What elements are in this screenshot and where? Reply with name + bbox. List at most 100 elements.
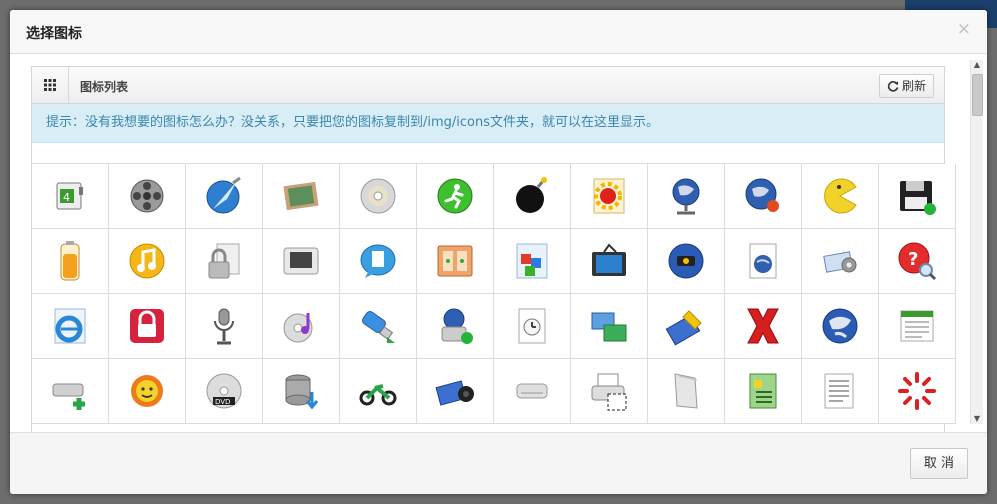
icon-cell[interactable] xyxy=(494,294,571,359)
clock-document-icon xyxy=(518,308,546,344)
icon-cell[interactable] xyxy=(186,294,263,359)
icon-cell[interactable] xyxy=(802,294,879,359)
battery-charge-icon: 4 xyxy=(56,182,83,210)
panel-header: 图标列表 刷新 xyxy=(32,67,944,104)
film-reel-icon xyxy=(130,179,164,213)
internet-explorer-icon xyxy=(54,308,86,344)
dialog-body[interactable]: 图标列表 刷新 提示：没有我想要的图标怎么办？没关系，只要把您的图标复制到/im… xyxy=(10,54,987,432)
icon-cell[interactable] xyxy=(725,229,802,294)
refresh-label: 刷新 xyxy=(901,79,926,93)
icon-cell[interactable] xyxy=(417,229,494,294)
icon-cell[interactable] xyxy=(263,359,340,424)
globe-network-icon xyxy=(672,178,700,215)
dialog-header: 选择图标 × xyxy=(10,10,987,54)
television-icon xyxy=(592,243,626,276)
microphone-icon xyxy=(214,308,234,345)
svg-text:DVD: DVD xyxy=(215,398,230,406)
dvd-disc-icon: DVD xyxy=(206,373,242,409)
icon-cell[interactable] xyxy=(648,294,725,359)
tablet-icon xyxy=(283,247,319,275)
icon-cell[interactable] xyxy=(417,164,494,229)
icon-cell[interactable]: ? xyxy=(879,229,956,294)
icon-cell[interactable] xyxy=(32,229,109,294)
icon-cell[interactable] xyxy=(571,359,648,424)
icon-cell[interactable] xyxy=(494,164,571,229)
icon-cell[interactable] xyxy=(417,359,494,424)
cubes-document-icon xyxy=(516,243,548,279)
refresh-button[interactable]: 刷新 xyxy=(878,74,934,98)
printer-icon xyxy=(591,373,627,411)
vertical-scrollbar[interactable]: ▲ ▼ xyxy=(970,60,983,424)
music-cd-icon xyxy=(283,313,313,343)
icon-cell[interactable] xyxy=(648,164,725,229)
safari-compass-icon xyxy=(206,176,241,214)
icon-cell[interactable] xyxy=(725,164,802,229)
icon-cell[interactable] xyxy=(340,294,417,359)
icon-cell[interactable] xyxy=(186,164,263,229)
motorcycle-icon xyxy=(359,384,397,406)
camera-projector-icon xyxy=(435,380,474,406)
text-document-icon xyxy=(824,373,854,409)
chalkboard-icon xyxy=(283,181,319,211)
icon-cell[interactable] xyxy=(109,164,186,229)
icon-cell[interactable] xyxy=(802,359,879,424)
icon-cell[interactable] xyxy=(109,359,186,424)
battery-icon xyxy=(60,241,80,281)
panel-title: 图标列表 xyxy=(80,80,129,94)
red-x-icon xyxy=(747,308,779,344)
drive-add-icon xyxy=(52,383,85,410)
select-icon-dialog: 选择图标 × 图标列表 刷新 提示：没有我想要的图标怎么办？没关系，只要把您的图… xyxy=(10,10,987,494)
icon-cell[interactable] xyxy=(263,164,340,229)
icon-cell[interactable] xyxy=(263,229,340,294)
icon-cell[interactable] xyxy=(494,359,571,424)
music-note-icon xyxy=(129,243,165,279)
news-document-icon xyxy=(900,310,934,342)
icon-cell[interactable] xyxy=(571,229,648,294)
bomb-icon xyxy=(516,177,547,213)
icon-cell[interactable] xyxy=(340,164,417,229)
icon-cell[interactable] xyxy=(802,229,879,294)
icon-cell[interactable] xyxy=(571,294,648,359)
scroll-up-arrow-icon[interactable]: ▲ xyxy=(971,60,983,70)
grid-icon xyxy=(44,79,56,91)
svg-text:?: ? xyxy=(908,249,918,270)
icon-cell[interactable] xyxy=(879,359,956,424)
sun-flower-icon xyxy=(131,375,163,407)
icon-cell[interactable] xyxy=(32,359,109,424)
icon-cell[interactable] xyxy=(263,294,340,359)
icon-list-panel: 图标列表 刷新 提示：没有我想要的图标怎么办？没关系，只要把您的图标复制到/im… xyxy=(31,66,956,432)
panel-header-icon-box xyxy=(32,67,69,103)
icon-cell[interactable] xyxy=(186,229,263,294)
loading-spinner-icon xyxy=(898,372,936,410)
padlock-icon xyxy=(130,309,164,343)
dialog-title: 选择图标 xyxy=(26,26,82,42)
icon-cell[interactable] xyxy=(109,294,186,359)
scroll-thumb[interactable] xyxy=(972,74,983,116)
icon-cell[interactable] xyxy=(725,294,802,359)
icon-cell[interactable] xyxy=(32,294,109,359)
scroll-down-arrow-icon[interactable]: ▼ xyxy=(971,414,983,424)
icon-cell[interactable] xyxy=(879,164,956,229)
icon-cell[interactable] xyxy=(648,359,725,424)
cd-disc-icon xyxy=(360,178,396,214)
icon-cell[interactable] xyxy=(494,229,571,294)
icon-cell[interactable] xyxy=(802,164,879,229)
icon-cell[interactable] xyxy=(340,229,417,294)
floppy-disk-icon xyxy=(900,181,936,215)
icon-cell[interactable] xyxy=(879,294,956,359)
icon-cell[interactable] xyxy=(648,229,725,294)
settings-display-icon xyxy=(823,251,857,273)
icon-cell[interactable] xyxy=(725,359,802,424)
globe-plug-icon xyxy=(745,178,779,212)
icon-cell[interactable] xyxy=(571,164,648,229)
icon-cell[interactable]: DVD xyxy=(186,359,263,424)
icon-cell[interactable] xyxy=(417,294,494,359)
icon-cell[interactable]: 4 xyxy=(32,164,109,229)
icon-grid: 4? DVD xyxy=(32,163,956,424)
pacman-icon xyxy=(824,178,857,214)
icon-cell[interactable] xyxy=(340,359,417,424)
close-icon[interactable]: × xyxy=(957,19,971,39)
cancel-button[interactable]: 取 消 xyxy=(910,448,968,479)
icon-cell[interactable] xyxy=(109,229,186,294)
dialog-footer: 取 消 xyxy=(10,432,987,494)
